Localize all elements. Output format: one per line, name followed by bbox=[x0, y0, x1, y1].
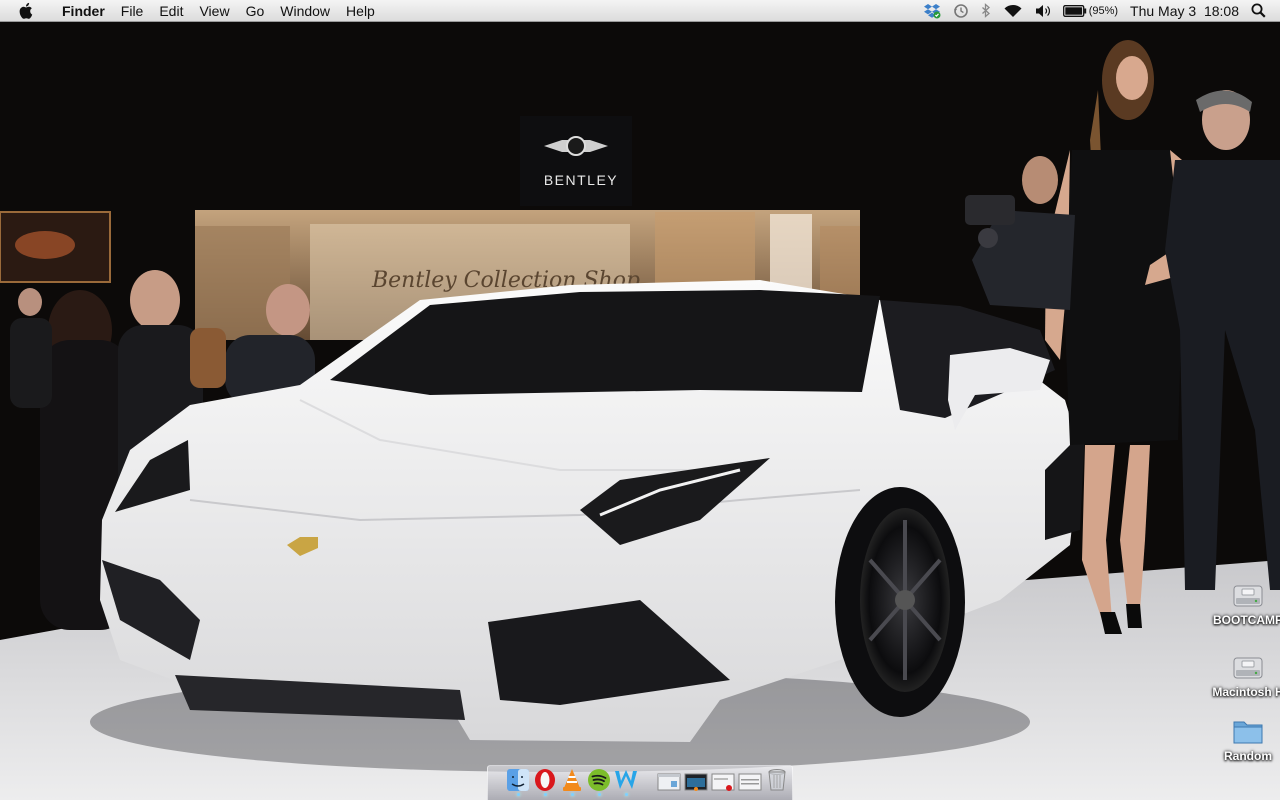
running-indicator bbox=[597, 793, 601, 796]
menu-window[interactable]: Window bbox=[272, 0, 338, 22]
running-indicator bbox=[516, 793, 520, 796]
volume-button[interactable] bbox=[1035, 0, 1051, 22]
volume-icon bbox=[1035, 4, 1050, 17]
menu-file[interactable]: File bbox=[113, 0, 152, 22]
running-indicator bbox=[570, 793, 574, 796]
clock[interactable]: Thu May 3 18:08 bbox=[1130, 0, 1239, 22]
wallpaper-image: Bentley Collection Shop BENTLEY bbox=[0, 22, 1280, 800]
desktop-wallpaper: Bentley Collection Shop BENTLEY bbox=[0, 22, 1280, 800]
time-machine-button[interactable] bbox=[953, 0, 969, 22]
desktop-icon-random[interactable]: Random bbox=[1203, 716, 1280, 763]
folder-icon bbox=[1233, 721, 1263, 744]
dock-item-vlc[interactable] bbox=[560, 768, 584, 796]
desktop-icon-label: BOOTCAMP bbox=[1213, 613, 1280, 627]
battery-icon bbox=[1062, 4, 1086, 17]
menu-go[interactable]: Go bbox=[238, 0, 273, 22]
dock-item-spotify[interactable] bbox=[587, 768, 611, 796]
clock-text: Thu May 3 18:08 bbox=[1130, 2, 1239, 19]
menu-help[interactable]: Help bbox=[338, 0, 383, 22]
dropbox-icon bbox=[923, 3, 941, 18]
trash-icon bbox=[768, 769, 786, 791]
menu-bar: Finder File Edit View Go Window Help (95… bbox=[0, 0, 1280, 22]
window-thumbnail-icon bbox=[657, 773, 681, 791]
dropbox-status-button[interactable] bbox=[923, 0, 941, 22]
wifi-icon bbox=[1004, 4, 1022, 17]
vlc-icon bbox=[563, 769, 581, 791]
finder-icon bbox=[507, 769, 529, 791]
dock-item-window-thumb-3[interactable] bbox=[711, 768, 735, 796]
hard-drive-icon bbox=[1233, 657, 1263, 679]
battery-percent: (95%) bbox=[1088, 4, 1119, 17]
desktop-icon-label: Random bbox=[1224, 749, 1272, 763]
menu-view[interactable]: View bbox=[191, 0, 237, 22]
status-area: (95%) Thu May 3 18:08 bbox=[917, 0, 1280, 22]
wifi-button[interactable] bbox=[1003, 0, 1023, 22]
desktop-icon-bootcamp[interactable]: BOOTCAMP bbox=[1203, 580, 1280, 627]
menu-finder[interactable]: Finder bbox=[54, 0, 113, 22]
opera-icon bbox=[535, 769, 555, 791]
window-thumbnail-icon bbox=[738, 773, 762, 791]
dock bbox=[487, 765, 793, 800]
hard-drive-icon bbox=[1233, 585, 1263, 607]
desktop-icon-label: Macintosh H bbox=[1212, 685, 1280, 699]
spotify-icon bbox=[588, 769, 610, 791]
apple-logo-icon bbox=[19, 2, 33, 19]
apple-menu-button[interactable] bbox=[16, 2, 38, 19]
bluetooth-icon bbox=[981, 3, 990, 18]
search-icon bbox=[1251, 3, 1266, 18]
menu-edit[interactable]: Edit bbox=[151, 0, 191, 22]
running-indicator bbox=[543, 793, 547, 796]
dock-item-trash[interactable] bbox=[765, 768, 789, 796]
desktop-icon-macintosh-hd[interactable]: Macintosh H bbox=[1203, 652, 1280, 699]
w-app-icon bbox=[615, 770, 637, 789]
dock-item-window-thumb-1[interactable] bbox=[657, 768, 681, 796]
dock-item-opera[interactable] bbox=[533, 768, 557, 796]
spotlight-button[interactable] bbox=[1251, 0, 1266, 22]
dock-item-window-thumb-2[interactable] bbox=[684, 768, 708, 796]
battery-button[interactable]: (95%) bbox=[1062, 0, 1119, 22]
window-thumbnail-icon bbox=[711, 773, 735, 791]
bluetooth-button[interactable] bbox=[981, 0, 991, 22]
dock-item-finder[interactable] bbox=[506, 768, 530, 796]
dock-item-window-thumb-4[interactable] bbox=[738, 768, 762, 796]
dock-item-w[interactable] bbox=[614, 768, 638, 796]
bentley-sign-text: BENTLEY bbox=[544, 172, 618, 188]
window-thumbnail-icon bbox=[684, 773, 708, 791]
time-machine-icon bbox=[953, 3, 968, 18]
running-indicator bbox=[624, 793, 628, 796]
